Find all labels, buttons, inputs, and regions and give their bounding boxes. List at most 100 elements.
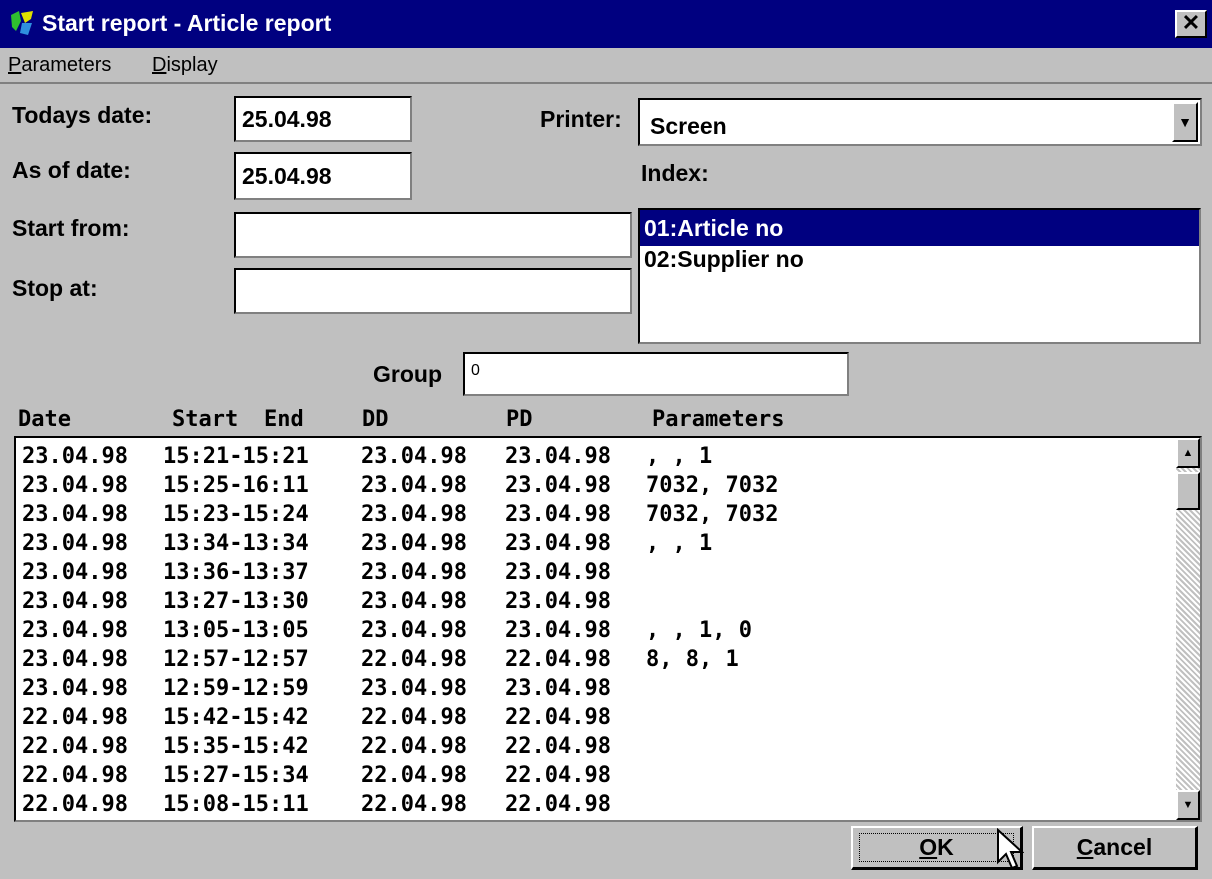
- history-scrollbar[interactable]: ▲ ▼: [1176, 438, 1200, 820]
- mouse-cursor-icon: [997, 828, 1024, 870]
- as-of-date-label: As of date:: [12, 157, 131, 183]
- window-title: Start report - Article report: [42, 10, 332, 36]
- column-header-pd: PD: [506, 407, 533, 432]
- row-time: 15:08-15:11: [163, 792, 309, 817]
- app-icon: [11, 11, 33, 35]
- table-row[interactable]: 23.04.98 13:34-13:34 23.04.98 23.04.98 ,…: [22, 529, 712, 559]
- menu-display[interactable]: Display: [152, 52, 218, 78]
- row-dd: 22.04.98: [361, 705, 467, 730]
- printer-select[interactable]: Screen ▼: [638, 98, 1202, 146]
- as-of-date-field[interactable]: 25.04.98: [234, 152, 412, 200]
- row-time: 13:05-13:05: [163, 618, 309, 643]
- row-params: , , 1, 0: [646, 618, 752, 643]
- index-item-supplier-no[interactable]: 02:Supplier no: [640, 246, 1199, 276]
- row-time: 15:35-15:42: [163, 734, 309, 759]
- group-label: Group: [373, 361, 442, 387]
- todays-date-field[interactable]: 25.04.98: [234, 96, 412, 142]
- row-date: 23.04.98: [22, 589, 128, 614]
- dropdown-arrow-icon[interactable]: ▼: [1172, 102, 1198, 142]
- table-row[interactable]: 22.04.98 15:35-15:42 22.04.98 22.04.98: [22, 732, 611, 762]
- row-pd: 23.04.98: [505, 676, 611, 701]
- row-params: 8, 8, 1: [646, 647, 739, 672]
- row-params: 7032, 7032: [646, 502, 779, 527]
- row-dd: 23.04.98: [361, 502, 467, 527]
- row-dd: 22.04.98: [361, 734, 467, 759]
- column-header-start: Start: [172, 407, 239, 432]
- row-dd: 23.04.98: [361, 531, 467, 556]
- row-dd: 23.04.98: [361, 618, 467, 643]
- row-date: 23.04.98: [22, 531, 128, 556]
- row-time: 15:23-15:24: [163, 502, 309, 527]
- index-item-article-no[interactable]: 01:Article no: [640, 210, 1199, 246]
- start-from-field[interactable]: [234, 212, 632, 258]
- menu-parameters[interactable]: Parameters: [8, 52, 111, 78]
- group-field[interactable]: 0: [463, 352, 849, 396]
- row-params: , , 1: [646, 531, 713, 556]
- scroll-down-icon[interactable]: ▼: [1176, 790, 1200, 820]
- title-bar[interactable]: Start report - Article report ✕: [0, 0, 1212, 48]
- row-time: 12:59-12:59: [163, 676, 309, 701]
- history-list[interactable]: 23.04.98 15:21-15:21 23.04.98 23.04.98 ,…: [14, 436, 1202, 822]
- row-dd: 22.04.98: [361, 763, 467, 788]
- row-time: 13:36-13:37: [163, 560, 309, 585]
- row-date: 23.04.98: [22, 444, 128, 469]
- stop-at-field[interactable]: [234, 268, 632, 314]
- row-date: 23.04.98: [22, 560, 128, 585]
- row-time: 15:27-15:34: [163, 763, 309, 788]
- cancel-button-label: Cancel: [1076, 834, 1153, 860]
- printer-value: Screen: [650, 113, 727, 139]
- index-list[interactable]: 01:Article no 02:Supplier no: [638, 208, 1201, 344]
- table-row[interactable]: 23.04.98 13:36-13:37 23.04.98 23.04.98: [22, 558, 611, 588]
- close-icon[interactable]: ✕: [1175, 10, 1207, 38]
- row-params: , , 1: [646, 444, 713, 469]
- printer-label: Printer:: [540, 106, 622, 132]
- cancel-button[interactable]: Cancel: [1032, 826, 1198, 870]
- table-row[interactable]: 22.04.98 15:08-15:11 22.04.98 22.04.98: [22, 790, 611, 820]
- row-pd: 23.04.98: [505, 531, 611, 556]
- table-row[interactable]: 23.04.98 13:27-13:30 23.04.98 23.04.98: [22, 587, 611, 617]
- table-row[interactable]: 22.04.98 15:27-15:34 22.04.98 22.04.98: [22, 761, 611, 791]
- row-pd: 23.04.98: [505, 560, 611, 585]
- row-dd: 23.04.98: [361, 444, 467, 469]
- row-time: 13:27-13:30: [163, 589, 309, 614]
- row-date: 23.04.98: [22, 502, 128, 527]
- row-pd: 22.04.98: [505, 792, 611, 817]
- row-time: 15:42-15:42: [163, 705, 309, 730]
- row-pd: 22.04.98: [505, 734, 611, 759]
- start-from-label: Start from:: [12, 215, 130, 241]
- row-dd: 22.04.98: [361, 647, 467, 672]
- row-time: 12:57-12:57: [163, 647, 309, 672]
- row-date: 23.04.98: [22, 473, 128, 498]
- scroll-thumb[interactable]: [1176, 472, 1200, 510]
- column-header-end: End: [264, 407, 304, 432]
- todays-date-label: Todays date:: [12, 102, 153, 128]
- stop-at-label: Stop at:: [12, 275, 98, 301]
- row-date: 22.04.98: [22, 734, 128, 759]
- table-row[interactable]: 23.04.98 15:25-16:11 23.04.98 23.04.98 7…: [22, 471, 778, 501]
- row-time: 15:21-15:21: [163, 444, 309, 469]
- row-date: 22.04.98: [22, 792, 128, 817]
- table-row[interactable]: 23.04.98 15:21-15:21 23.04.98 23.04.98 ,…: [22, 442, 712, 472]
- row-dd: 22.04.98: [361, 792, 467, 817]
- row-date: 22.04.98: [22, 705, 128, 730]
- column-header-parameters: Parameters: [652, 407, 785, 432]
- row-pd: 23.04.98: [505, 618, 611, 643]
- row-date: 23.04.98: [22, 618, 128, 643]
- row-params: 7032, 7032: [646, 473, 779, 498]
- row-date: 23.04.98: [22, 676, 128, 701]
- menu-bar: Parameters Display: [0, 48, 1212, 84]
- row-pd: 23.04.98: [505, 589, 611, 614]
- row-date: 23.04.98: [22, 647, 128, 672]
- scroll-up-icon[interactable]: ▲: [1176, 438, 1200, 468]
- column-header-date: Date: [18, 407, 71, 432]
- table-row[interactable]: 22.04.98 15:42-15:42 22.04.98 22.04.98: [22, 703, 611, 733]
- table-row[interactable]: 23.04.98 15:23-15:24 23.04.98 23.04.98 7…: [22, 500, 778, 530]
- row-dd: 23.04.98: [361, 676, 467, 701]
- row-date: 22.04.98: [22, 763, 128, 788]
- row-dd: 23.04.98: [361, 589, 467, 614]
- table-row[interactable]: 23.04.98 12:57-12:57 22.04.98 22.04.98 8…: [22, 645, 739, 675]
- table-row[interactable]: 23.04.98 12:59-12:59 23.04.98 23.04.98: [22, 674, 611, 704]
- table-row[interactable]: 23.04.98 13:05-13:05 23.04.98 23.04.98 ,…: [22, 616, 752, 646]
- row-time: 15:25-16:11: [163, 473, 309, 498]
- column-header-dd: DD: [362, 407, 389, 432]
